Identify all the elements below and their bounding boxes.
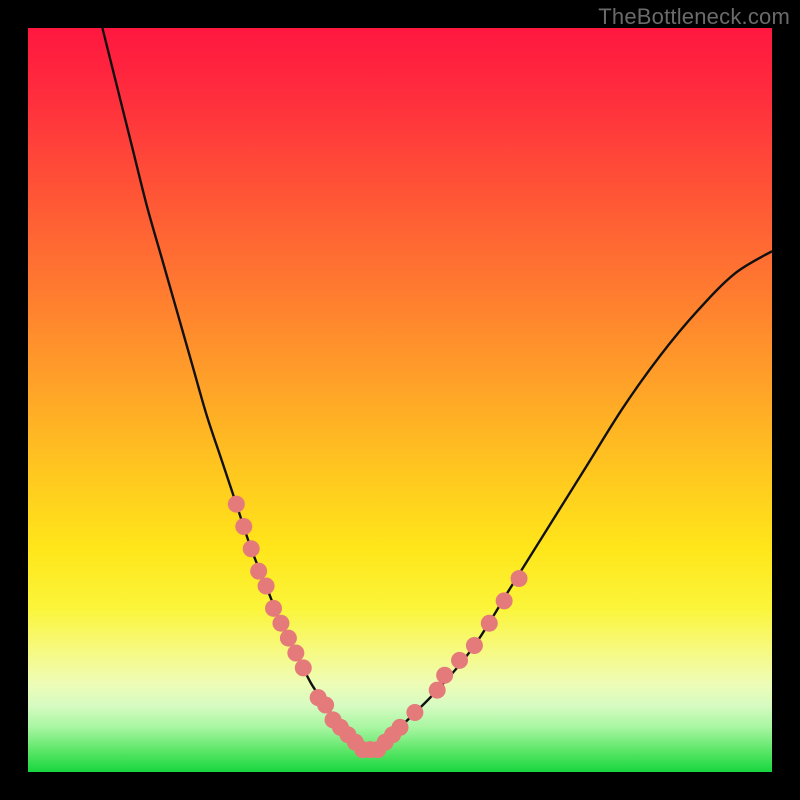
chart-frame: TheBottleneck.com [0, 0, 800, 800]
data-marker [295, 659, 312, 676]
data-marker [287, 644, 304, 661]
data-marker [466, 637, 483, 654]
data-marker [451, 652, 468, 669]
curve-layer [102, 28, 772, 750]
data-marker [317, 697, 334, 714]
data-marker [258, 578, 275, 595]
chart-svg [28, 28, 772, 772]
data-marker [481, 615, 498, 632]
data-marker [429, 682, 446, 699]
data-marker [392, 719, 409, 736]
data-marker [496, 592, 513, 609]
data-marker [235, 518, 252, 535]
watermark-text: TheBottleneck.com [598, 4, 790, 30]
data-marker [250, 563, 267, 580]
data-marker [511, 570, 528, 587]
marker-layer [228, 496, 528, 759]
chart-plot-area [28, 28, 772, 772]
data-marker [280, 630, 297, 647]
data-marker [406, 704, 423, 721]
data-marker [243, 540, 260, 557]
data-marker [228, 496, 245, 513]
bottleneck-curve [102, 28, 772, 750]
data-marker [265, 600, 282, 617]
data-marker [436, 667, 453, 684]
data-marker [272, 615, 289, 632]
